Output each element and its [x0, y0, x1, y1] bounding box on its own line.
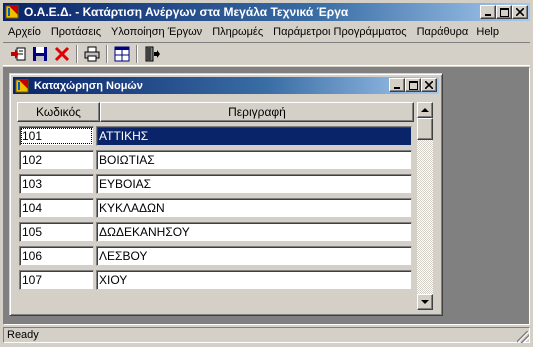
counties-grid: Κωδικός Περιγραφή 101 ΑΤΤΙΚΗΣ 102 ΒΟΙΩΤΙ… [17, 102, 433, 310]
cell-code[interactable]: 107 [19, 270, 94, 290]
maximize-icon [408, 80, 418, 90]
close-icon [516, 8, 524, 16]
menu-payments[interactable]: Πληρωμές [207, 26, 268, 38]
delete-icon [54, 46, 70, 62]
column-header-description[interactable]: Περιγραφή [100, 102, 414, 122]
arrow-up-icon [421, 107, 429, 112]
child-minimize-button[interactable] [389, 78, 405, 92]
menu-projects[interactable]: Υλοποίηση Έργων [106, 26, 207, 38]
toolbar-separator [106, 45, 108, 63]
cell-code[interactable]: 104 [19, 198, 94, 218]
scroll-thumb[interactable] [417, 118, 433, 140]
toolbar-separator [136, 45, 138, 63]
resize-grip-icon[interactable] [517, 331, 529, 343]
child-maximize-button[interactable] [405, 78, 421, 92]
cell-description[interactable]: ΕΥΒΟΙΑΣ [96, 174, 412, 194]
delete-button[interactable] [51, 43, 73, 65]
toolbar [3, 42, 530, 66]
cell-description[interactable]: ΒΟΙΩΤΙΑΣ [96, 150, 412, 170]
close-button[interactable] [512, 5, 528, 19]
counties-window: Καταχώρηση Νομών Κωδικός Περιγραφή 101 Α… [9, 73, 443, 316]
counties-window-titlebar[interactable]: Καταχώρηση Νομών [13, 77, 439, 94]
window-icon [114, 46, 130, 62]
cell-description[interactable]: ΑΤΤΙΚΗΣ [96, 126, 412, 146]
mdi-workspace: Καταχώρηση Νομών Κωδικός Περιγραφή 101 Α… [3, 67, 530, 325]
exit-button[interactable] [141, 43, 163, 65]
maximize-button[interactable] [496, 5, 512, 19]
child-close-button[interactable] [421, 78, 437, 92]
toolbar-separator [76, 45, 78, 63]
cell-description[interactable]: ΛΕΣΒΟΥ [96, 246, 412, 266]
column-header-code[interactable]: Κωδικός [17, 102, 100, 122]
print-button[interactable] [81, 43, 103, 65]
cell-code[interactable]: 101 [19, 126, 94, 146]
menu-proposals[interactable]: Προτάσεις [46, 26, 106, 38]
app-icon [5, 4, 21, 20]
cell-code[interactable]: 102 [19, 150, 94, 170]
print-icon [84, 46, 100, 62]
exit-icon [145, 46, 160, 62]
vertical-scrollbar[interactable] [417, 102, 433, 310]
window-app-icon [15, 78, 31, 94]
menu-parameters[interactable]: Παράμετροι Προγράμματος [268, 26, 411, 38]
scroll-down-button[interactable] [417, 294, 433, 310]
minimize-button[interactable] [480, 5, 496, 19]
cell-code[interactable]: 103 [19, 174, 94, 194]
cell-description[interactable]: ΔΩΔΕΚΑΝΗΣΟΥ [96, 222, 412, 242]
arrow-down-icon [421, 299, 429, 304]
status-text: Ready [3, 327, 530, 343]
cell-description[interactable]: ΧΙΟΥ [96, 270, 412, 290]
import-button[interactable] [7, 43, 29, 65]
menu-bar: Αρχείο Προτάσεις Υλοποίηση Έργων Πληρωμέ… [3, 22, 530, 41]
maximize-icon [499, 7, 509, 17]
import-icon [11, 47, 26, 61]
minimize-icon [485, 14, 491, 16]
minimize-icon [394, 87, 400, 89]
status-bar: Ready [3, 326, 530, 344]
app-title: Ο.Α.Ε.Δ. - Κατάρτιση Ανέργων στα Μεγάλα … [24, 5, 349, 19]
counties-window-title: Καταχώρηση Νομών [34, 79, 143, 92]
close-icon [425, 81, 433, 89]
app-titlebar[interactable]: Ο.Α.Ε.Δ. - Κατάρτιση Ανέργων στα Μεγάλα … [3, 3, 530, 21]
save-button[interactable] [29, 43, 51, 65]
cell-code[interactable]: 106 [19, 246, 94, 266]
scroll-up-button[interactable] [417, 102, 433, 118]
save-icon [33, 47, 47, 61]
window-button[interactable] [111, 43, 133, 65]
menu-windows[interactable]: Παράθυρα [412, 26, 474, 38]
menu-help[interactable]: Help [471, 26, 504, 38]
cell-code[interactable]: 105 [19, 222, 94, 242]
grid-body: Κωδικός Περιγραφή 101 ΑΤΤΙΚΗΣ 102 ΒΟΙΩΤΙ… [17, 102, 414, 310]
cell-description[interactable]: ΚΥΚΛΑΔΩΝ [96, 198, 412, 218]
menu-file[interactable]: Αρχείο [3, 26, 46, 38]
